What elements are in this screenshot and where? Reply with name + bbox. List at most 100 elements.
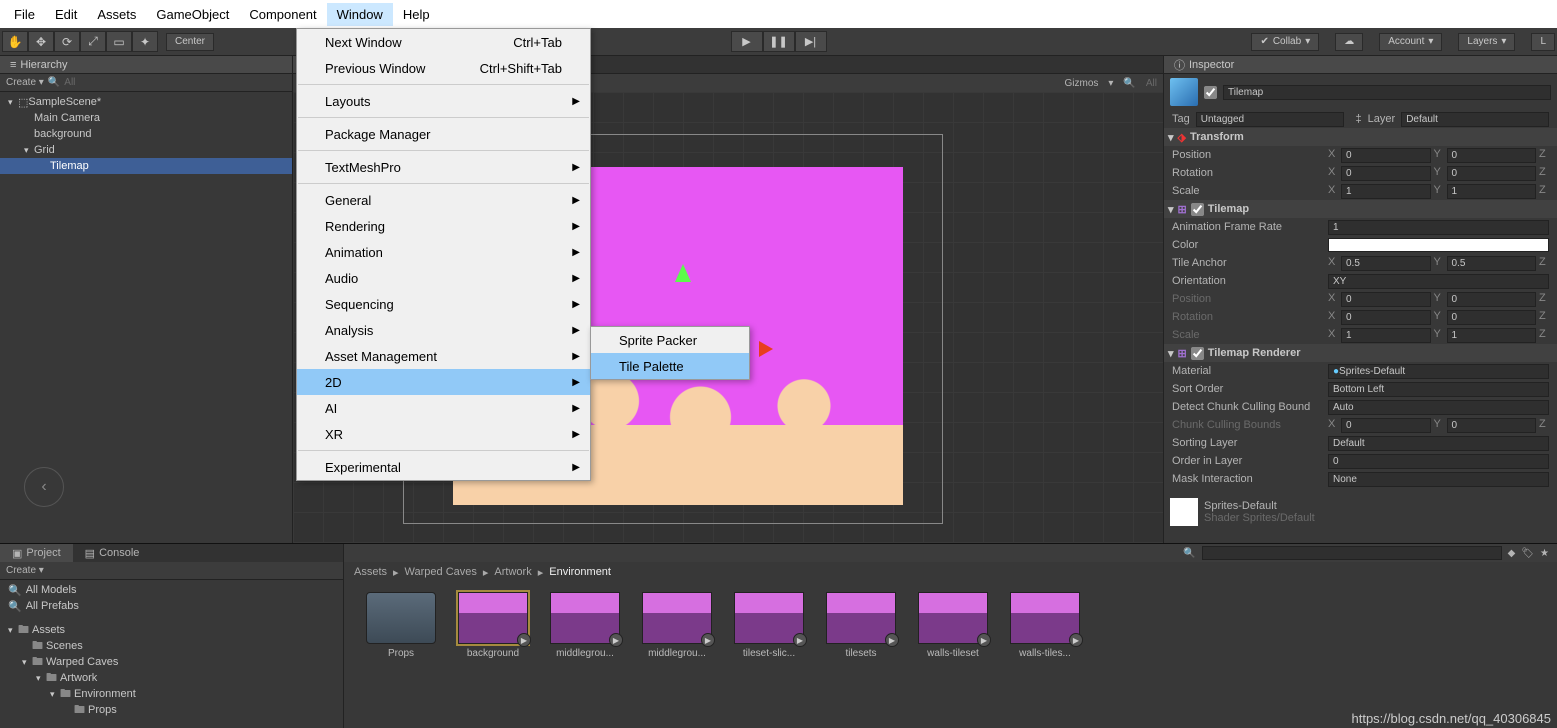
- expand-icon[interactable]: ▶: [1069, 633, 1083, 647]
- hierarchy-tab[interactable]: ≡Hierarchy: [0, 56, 292, 74]
- tab-project[interactable]: ▣Project: [0, 544, 73, 562]
- anchor-x[interactable]: 0.5: [1341, 256, 1431, 271]
- asset-item[interactable]: ▶walls-tiles...: [1008, 592, 1082, 659]
- orientation-dropdown[interactable]: XY: [1328, 274, 1549, 289]
- pivot-toggle[interactable]: Center: [166, 33, 214, 51]
- inspector-tab[interactable]: ⓘInspector: [1164, 56, 1557, 74]
- menu-rendering[interactable]: Rendering▶: [297, 213, 590, 239]
- crumb-warped[interactable]: Warped Caves: [405, 566, 477, 578]
- project-folder[interactable]: ▾🖿Assets: [0, 622, 343, 638]
- expand-icon[interactable]: ▶: [517, 633, 531, 647]
- fav-prefabs[interactable]: 🔍All Prefabs: [0, 598, 343, 614]
- tab-console[interactable]: ▤Console: [73, 544, 152, 562]
- expand-icon[interactable]: ▶: [609, 633, 623, 647]
- hierarchy-item[interactable]: background: [0, 126, 292, 142]
- renderer-enable[interactable]: [1191, 347, 1204, 360]
- menu-audio[interactable]: Audio▶: [297, 265, 590, 291]
- pause-button[interactable]: ❚❚: [763, 31, 795, 52]
- menu-prev-window[interactable]: Previous WindowCtrl+Shift+Tab: [297, 55, 590, 81]
- collab-button[interactable]: ✔ Collab ▾: [1251, 33, 1319, 51]
- mask-dropdown[interactable]: None: [1328, 472, 1549, 487]
- asset-item[interactable]: ▶middlegrou...: [640, 592, 714, 659]
- play-button[interactable]: ▶: [731, 31, 763, 52]
- scale-tool[interactable]: ⤢: [80, 31, 106, 52]
- menu-window[interactable]: Window: [327, 3, 393, 26]
- scale-x[interactable]: 1: [1341, 184, 1431, 199]
- cloud-button[interactable]: ☁: [1335, 33, 1363, 51]
- rotate-tool[interactable]: ⟳: [54, 31, 80, 52]
- active-checkbox[interactable]: [1204, 86, 1217, 99]
- hierarchy-search[interactable]: All: [64, 77, 75, 88]
- filter-icon[interactable]: ◆: [1508, 548, 1516, 559]
- layers-button[interactable]: Layers ▾: [1458, 33, 1515, 51]
- menu-package-manager[interactable]: Package Manager: [297, 121, 590, 147]
- transform-header[interactable]: ▾⬗Transform: [1164, 128, 1557, 146]
- project-folder[interactable]: 🖿Scenes: [0, 638, 343, 654]
- menu-experimental[interactable]: Experimental▶: [297, 454, 590, 480]
- step-button[interactable]: ▶|: [795, 31, 827, 52]
- project-search[interactable]: [1202, 546, 1502, 560]
- project-folder[interactable]: 🖿Props: [0, 702, 343, 718]
- label-icon[interactable]: 🏷: [1521, 548, 1534, 559]
- menu-tile-palette[interactable]: Tile Palette: [591, 353, 749, 379]
- layout-button[interactable]: L: [1531, 33, 1555, 51]
- menu-analysis[interactable]: Analysis▶: [297, 317, 590, 343]
- hand-tool[interactable]: ✋: [2, 31, 28, 52]
- menu-help[interactable]: Help: [393, 3, 440, 26]
- menu-animation[interactable]: Animation▶: [297, 239, 590, 265]
- menu-assets[interactable]: Assets: [87, 3, 146, 26]
- material-field[interactable]: ●Sprites-Default: [1328, 364, 1549, 379]
- object-name-field[interactable]: Tilemap: [1223, 85, 1551, 100]
- menu-xr[interactable]: XR▶: [297, 421, 590, 447]
- menu-2d[interactable]: 2D▶: [297, 369, 590, 395]
- sortlayer-dropdown[interactable]: Default: [1328, 436, 1549, 451]
- hierarchy-item[interactable]: ▾⬚ SampleScene*: [0, 94, 292, 110]
- asset-item[interactable]: ▶tileset-slic...: [732, 592, 806, 659]
- hierarchy-item[interactable]: Tilemap: [0, 158, 292, 174]
- asset-item[interactable]: ▶middlegrou...: [548, 592, 622, 659]
- menu-general[interactable]: General▶: [297, 187, 590, 213]
- pos-y[interactable]: 0: [1447, 148, 1537, 163]
- menu-next-window[interactable]: Next WindowCtrl+Tab: [297, 29, 590, 55]
- tag-dropdown[interactable]: Untagged: [1196, 112, 1344, 127]
- menu-sprite-packer[interactable]: Sprite Packer: [591, 327, 749, 353]
- account-button[interactable]: Account ▾: [1379, 33, 1442, 51]
- back-button[interactable]: ‹: [24, 467, 64, 507]
- hierarchy-item[interactable]: Main Camera: [0, 110, 292, 126]
- menu-asset-mgmt[interactable]: Asset Management▶: [297, 343, 590, 369]
- create-button[interactable]: Create ▾: [6, 565, 44, 576]
- anim-framerate[interactable]: 1: [1328, 220, 1549, 235]
- crumb-environment[interactable]: Environment: [549, 566, 611, 578]
- expand-icon[interactable]: ▶: [977, 633, 991, 647]
- crumb-assets[interactable]: Assets: [354, 566, 387, 578]
- menu-edit[interactable]: Edit: [45, 3, 87, 26]
- detect-dropdown[interactable]: Auto: [1328, 400, 1549, 415]
- expand-icon[interactable]: ▶: [701, 633, 715, 647]
- color-field[interactable]: [1328, 238, 1549, 252]
- gameobject-icon[interactable]: [1170, 78, 1198, 106]
- menu-sequencing[interactable]: Sequencing▶: [297, 291, 590, 317]
- order-field[interactable]: 0: [1328, 454, 1549, 469]
- fav-models[interactable]: 🔍All Models: [0, 582, 343, 598]
- menu-file[interactable]: File: [4, 3, 45, 26]
- scale-y[interactable]: 1: [1447, 184, 1537, 199]
- favorite-icon[interactable]: ★: [1540, 548, 1549, 559]
- menu-layouts[interactable]: Layouts▶: [297, 88, 590, 114]
- menu-ai[interactable]: AI▶: [297, 395, 590, 421]
- rot-x[interactable]: 0: [1341, 166, 1431, 181]
- anchor-y[interactable]: 0.5: [1447, 256, 1537, 271]
- rot-y[interactable]: 0: [1447, 166, 1537, 181]
- menu-component[interactable]: Component: [239, 3, 326, 26]
- transform-tool[interactable]: ✦: [132, 31, 158, 52]
- gizmos-toggle[interactable]: Gizmos: [1064, 78, 1098, 89]
- tilemap-enable[interactable]: [1191, 203, 1204, 216]
- renderer-header[interactable]: ▾⊞Tilemap Renderer: [1164, 344, 1557, 362]
- sortorder-dropdown[interactable]: Bottom Left: [1328, 382, 1549, 397]
- menu-gameobject[interactable]: GameObject: [146, 3, 239, 26]
- project-folder[interactable]: ▾🖿Environment: [0, 686, 343, 702]
- asset-item[interactable]: ▶background: [456, 592, 530, 659]
- scene-search[interactable]: All: [1146, 78, 1157, 89]
- menu-textmeshpro[interactable]: TextMeshPro▶: [297, 154, 590, 180]
- project-folder[interactable]: ▾🖿Artwork: [0, 670, 343, 686]
- expand-icon[interactable]: ▶: [793, 633, 807, 647]
